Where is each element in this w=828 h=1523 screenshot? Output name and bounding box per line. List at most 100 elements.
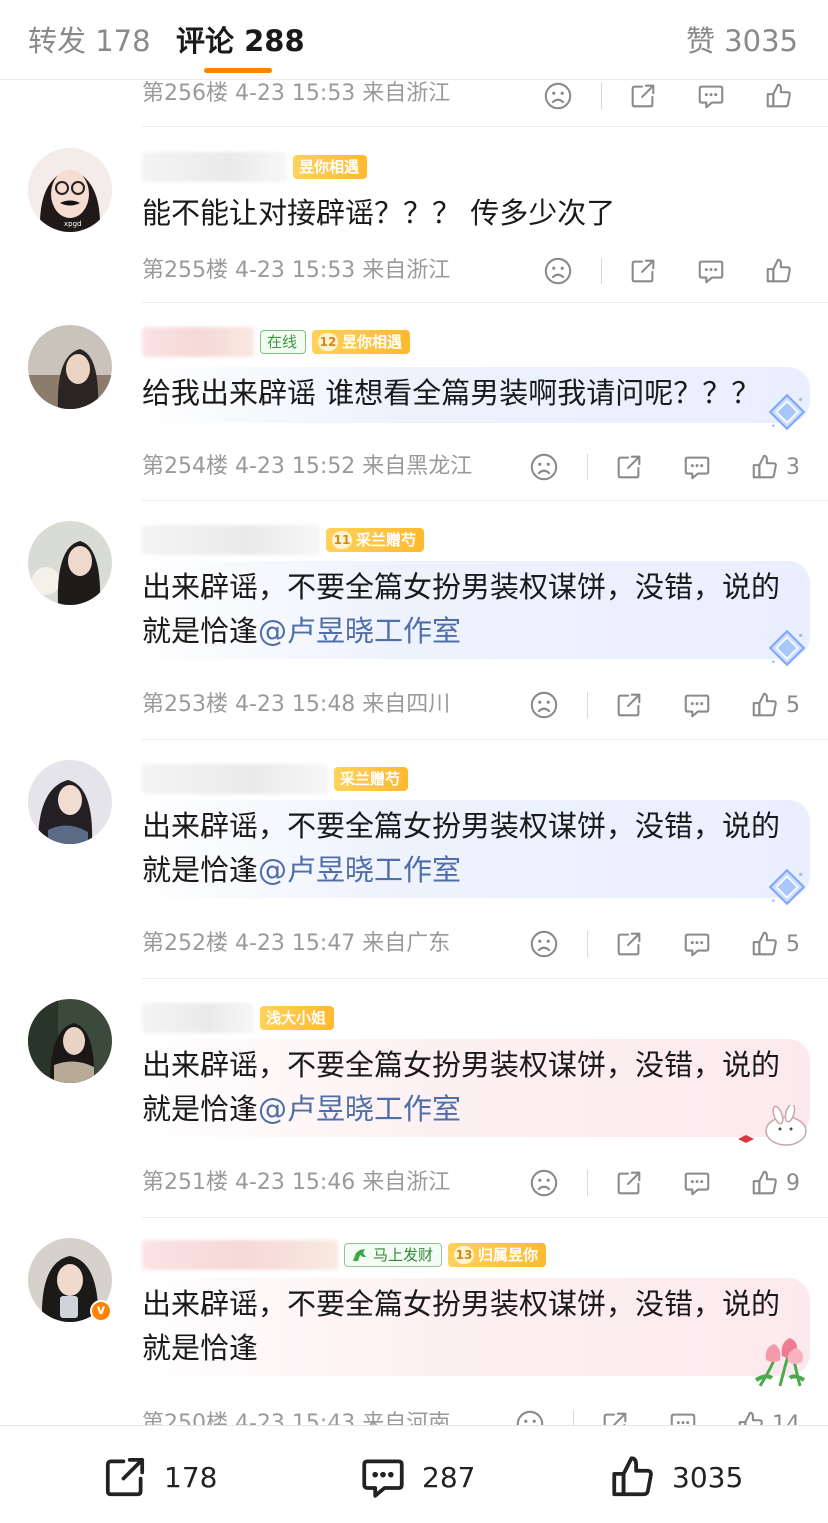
dislike-button[interactable]	[529, 1168, 559, 1198]
comment-icon	[682, 452, 712, 482]
dislike-button[interactable]	[515, 1409, 545, 1425]
comment-divider	[142, 126, 828, 127]
username-redacted[interactable]	[142, 152, 287, 182]
avatar[interactable]: xpgd	[28, 148, 112, 232]
comment-actions: 9	[529, 1165, 800, 1201]
fan-badge[interactable]: 12 昱你相遇	[312, 330, 411, 354]
fan-badge[interactable]: 11 采兰赠芍	[326, 528, 425, 552]
mention-link[interactable]: @卢昱晓工作室	[258, 1092, 461, 1126]
bottom-like-button[interactable]: 3035	[608, 1452, 743, 1502]
tab-comments[interactable]: 评论 288	[176, 18, 305, 60]
reply-button[interactable]	[696, 256, 726, 286]
avatar[interactable]	[28, 760, 112, 844]
action-divider	[601, 83, 602, 109]
share-button[interactable]	[600, 1409, 630, 1425]
share-button[interactable]	[614, 929, 644, 959]
sad-face-icon	[543, 81, 573, 111]
sad-face-icon	[529, 1168, 559, 1198]
mention-link[interactable]: @卢昱晓工作室	[258, 853, 461, 887]
username-redacted[interactable]	[142, 1240, 338, 1270]
username-row: 在线 12 昱你相遇	[142, 325, 411, 359]
sad-face-icon	[529, 929, 559, 959]
like-count: 5	[786, 692, 800, 718]
share-icon	[628, 81, 658, 111]
sad-face-icon	[529, 452, 559, 482]
like-button[interactable]	[764, 256, 800, 286]
tab-likes[interactable]: 赞 3035	[686, 18, 798, 60]
mention-link[interactable]: @卢昱晓工作室	[258, 614, 461, 648]
reply-button[interactable]	[682, 929, 712, 959]
reply-button[interactable]	[682, 690, 712, 720]
diamond-icon	[766, 627, 808, 669]
like-button[interactable]: 14	[736, 1409, 800, 1425]
like-button[interactable]: 9	[750, 1168, 800, 1198]
comment-item: 采兰赠芍 出来辟谣，不要全篇女扮男装权谋饼，没错，说的就是恰逢@卢昱晓工作室 第…	[0, 740, 828, 979]
like-button[interactable]: 5	[750, 929, 800, 959]
thumb-up-icon	[750, 690, 780, 720]
bottom-action-bar: 178 287 3035	[0, 1425, 828, 1523]
diamond-icon	[766, 866, 808, 908]
comment-actions: 3	[529, 449, 800, 485]
comment-meta: 第250楼 4-23 15:43 来自河南	[142, 1411, 451, 1425]
username-redacted[interactable]	[142, 1003, 254, 1033]
username-row: 马上发财 13 归属昱你	[142, 1238, 547, 1272]
share-button[interactable]	[614, 452, 644, 482]
bottom-comment-button[interactable]: 287	[358, 1452, 475, 1502]
fan-badge[interactable]: 浅大小姐	[260, 1006, 335, 1030]
comment-text: 给我出来辟谣 谁想看全篇男装啊我请问呢？？？	[142, 376, 761, 410]
username-row: 11 采兰赠芍	[142, 523, 425, 557]
sad-face-icon	[515, 1409, 545, 1425]
dislike-button[interactable]	[543, 81, 573, 111]
dislike-button[interactable]	[529, 929, 559, 959]
online-badge: 在线	[260, 330, 307, 354]
tulip-icon	[754, 1338, 806, 1387]
action-divider	[587, 454, 588, 480]
dislike-button[interactable]	[543, 256, 573, 286]
avatar[interactable]	[28, 521, 112, 605]
comment-text: 出来辟谣，不要全篇女扮男装权谋饼，没错，说的就是恰逢@卢昱晓工作室	[142, 570, 781, 648]
bottom-comment-count: 287	[422, 1460, 476, 1494]
dislike-button[interactable]	[529, 452, 559, 482]
reply-button[interactable]	[696, 81, 726, 111]
reply-button[interactable]	[682, 452, 712, 482]
thumb-up-icon	[764, 81, 794, 111]
comment-item: 第256楼 4-23 15:53 来自浙江	[0, 78, 828, 128]
share-icon	[105, 1457, 145, 1497]
reply-button[interactable]	[682, 1168, 712, 1198]
username-redacted[interactable]	[142, 327, 254, 357]
comment-icon	[696, 256, 726, 286]
reply-button[interactable]	[668, 1409, 698, 1425]
fan-badge[interactable]: 采兰赠芍	[334, 767, 409, 791]
username-redacted[interactable]	[142, 764, 328, 794]
thumb-up-icon	[612, 1456, 653, 1497]
comment-meta: 第256楼 4-23 15:53 来自浙江	[142, 81, 451, 106]
comment-meta: 第251楼 4-23 15:46 来自浙江	[142, 1170, 451, 1195]
username-row: 昱你相遇	[142, 150, 368, 184]
verified-badge: v	[90, 1300, 112, 1322]
username-redacted[interactable]	[142, 525, 320, 555]
like-count: 3	[786, 454, 800, 480]
username-row: 采兰赠芍	[142, 762, 409, 796]
comment-item: 11 采兰赠芍 出来辟谣，不要全篇女扮男装权谋饼，没错，说的就是恰逢@卢昱晓工作室…	[0, 501, 828, 740]
share-button[interactable]	[628, 256, 658, 286]
comment-actions: 5	[529, 687, 800, 723]
lucky-badge[interactable]: 马上发财	[344, 1243, 443, 1267]
like-button[interactable]: 5	[750, 690, 800, 720]
tab-repost[interactable]: 转发 178	[28, 18, 151, 60]
dislike-button[interactable]	[529, 690, 559, 720]
sad-face-icon	[529, 690, 559, 720]
avatar[interactable]	[28, 999, 112, 1083]
avatar[interactable]	[28, 325, 112, 409]
comment-item: 浅大小姐 出来辟谣，不要全篇女扮男装权谋饼，没错，说的就是恰逢@卢昱晓工作室 第…	[0, 979, 828, 1218]
share-button[interactable]	[628, 81, 658, 111]
share-button[interactable]	[614, 1168, 644, 1198]
fan-badge[interactable]: 昱你相遇	[293, 155, 368, 179]
fan-badge[interactable]: 13 归属昱你	[448, 1243, 547, 1267]
like-button[interactable]	[764, 81, 800, 111]
comment-actions	[543, 253, 800, 289]
comment-actions: 14	[515, 1406, 800, 1425]
username-row: 浅大小姐	[142, 1001, 335, 1035]
bottom-repost-button[interactable]: 178	[100, 1452, 217, 1502]
like-button[interactable]: 3	[750, 452, 800, 482]
share-button[interactable]	[614, 690, 644, 720]
